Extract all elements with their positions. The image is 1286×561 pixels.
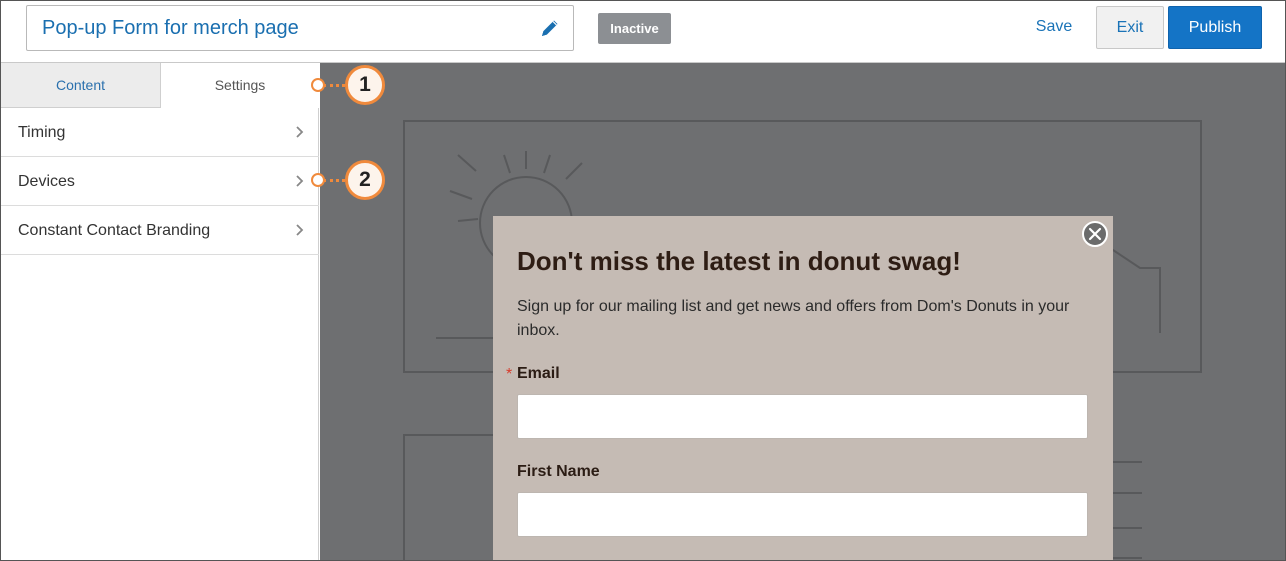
form-title-text: Pop-up Form for merch page [42,17,299,39]
callout-anchor [311,78,325,92]
sidebar-item-branding[interactable]: Constant Contact Branding [1,206,319,255]
chevron-right-icon [296,126,304,138]
save-button[interactable]: Save [1021,6,1087,48]
callout-1: 1 [345,65,385,105]
popup-title: Don't miss the latest in donut swag! [517,246,961,276]
sidebar-item-label: Devices [18,173,75,190]
sidebar-item-label: Constant Contact Branding [18,222,211,239]
popup-form-preview: Don't miss the latest in donut swag! Sig… [493,216,1113,560]
pencil-icon[interactable] [539,17,561,39]
first-name-field[interactable] [517,492,1088,537]
email-label: Email [517,365,560,382]
tab-settings[interactable]: Settings [161,63,319,108]
email-field[interactable] [517,394,1088,439]
exit-button[interactable]: Exit [1096,6,1164,49]
sidebar-item-label: Timing [18,124,66,141]
callout-connector [323,179,345,182]
chevron-right-icon [296,224,304,236]
callout-connector [323,84,345,87]
form-title-field[interactable]: Pop-up Form for merch page [26,5,574,51]
sidebar: Content Settings Timing Devices Constant… [1,63,319,560]
sidebar-item-timing[interactable]: Timing [1,108,319,157]
callout-anchor [311,173,325,187]
required-marker: * [506,366,513,383]
status-badge: Inactive [598,13,671,44]
sidebar-tabs: Content Settings [1,63,319,108]
top-toolbar: Pop-up Form for merch page Inactive Save… [1,1,1285,63]
first-name-label: First Name [517,463,600,480]
popup-description: Sign up for our mailing list and get new… [517,298,1070,339]
sidebar-item-devices[interactable]: Devices [1,157,319,206]
tab-content[interactable]: Content [1,63,161,108]
publish-button[interactable]: Publish [1168,6,1262,49]
chevron-right-icon [296,175,304,187]
close-icon[interactable] [1081,220,1109,248]
preview-canvas: Don't miss the latest in donut swag! Sig… [320,63,1285,560]
callout-2: 2 [345,160,385,200]
settings-menu: Timing Devices Constant Contact Branding [1,108,319,255]
app-frame: Pop-up Form for merch page Inactive Save… [0,0,1286,561]
